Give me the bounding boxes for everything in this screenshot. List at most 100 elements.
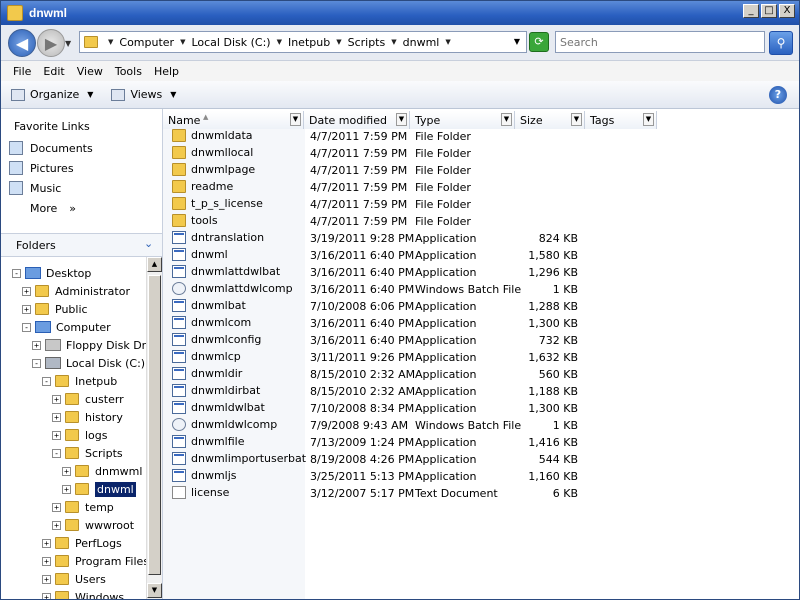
- favorite-music[interactable]: Music: [9, 181, 61, 195]
- menu-view[interactable]: View: [71, 65, 109, 78]
- tree-node-public[interactable]: + Public: [22, 300, 88, 318]
- address-history-dropdown[interactable]: ▼: [514, 37, 520, 46]
- scroll-down-button[interactable]: ▼: [147, 583, 162, 598]
- column-filter-dropdown[interactable]: ▼: [396, 113, 407, 126]
- table-row[interactable]: dntranslation 3/19/2011 9:28 PM Applicatio…: [163, 230, 663, 247]
- tree-expander[interactable]: +: [22, 304, 31, 314]
- tree-expander[interactable]: -: [32, 358, 41, 368]
- menu-edit[interactable]: Edit: [37, 65, 70, 78]
- views-button[interactable]: Views ▼: [111, 88, 176, 101]
- search-input[interactable]: [555, 31, 765, 53]
- tree-scrollbar[interactable]: ▲ ▼: [146, 257, 162, 599]
- table-row[interactable]: dnwmlattdwlbat 3/16/2011 6:40 PM Applicati…: [163, 264, 663, 281]
- tree-node-desktop[interactable]: - Desktop: [12, 264, 91, 282]
- tree-expander[interactable]: +: [52, 394, 61, 404]
- breadcrumb-inetpub[interactable]: Inetpub ▼: [288, 36, 348, 49]
- search-button[interactable]: ⚲: [769, 31, 793, 55]
- tree-node-floppy-disk-drive[interactable]: + Floppy Disk Drive: [32, 336, 146, 354]
- table-row[interactable]: dnwmlfile 7/13/2009 1:24 PM Application 1,4…: [163, 434, 663, 451]
- tree-expander[interactable]: +: [42, 592, 51, 599]
- table-row[interactable]: dnwmldirbat 8/15/2010 2:32 AM Application 1…: [163, 383, 663, 400]
- table-row[interactable]: dnwmlbat 7/10/2008 6:06 PM Application 1,28…: [163, 298, 663, 315]
- table-row[interactable]: dnwml 3/16/2011 6:40 PM Application 1,580 K…: [163, 247, 663, 264]
- favorite-more[interactable]: More »: [30, 202, 76, 215]
- column-header-type[interactable]: Type ▼: [410, 111, 515, 129]
- breadcrumb-dnwml[interactable]: dnwml ▼: [403, 36, 457, 49]
- tree-node-wwwroot[interactable]: + wwwroot: [52, 516, 134, 534]
- tree-node-logs[interactable]: + logs: [52, 426, 108, 444]
- tree-expander[interactable]: +: [52, 412, 61, 422]
- column-header-date-modified[interactable]: Date modified ▼: [304, 111, 410, 129]
- table-row[interactable]: tools 4/7/2011 7:59 PM File Folder: [163, 213, 663, 230]
- menu-tools[interactable]: Tools: [109, 65, 148, 78]
- back-button[interactable]: ◀: [8, 29, 36, 57]
- table-row[interactable]: license 3/12/2007 5:17 PM Text Document 6 K…: [163, 485, 663, 502]
- tree-expander[interactable]: +: [42, 556, 51, 566]
- tree-expander[interactable]: +: [52, 520, 61, 530]
- tree-expander[interactable]: -: [12, 268, 21, 278]
- maximize-button[interactable]: □: [761, 4, 777, 18]
- column-filter-dropdown[interactable]: ▼: [290, 113, 301, 126]
- table-row[interactable]: dnwmlconfig 3/16/2011 6:40 PM Application 7…: [163, 332, 663, 349]
- breadcrumb-scripts[interactable]: Scripts ▼: [348, 36, 403, 49]
- scroll-thumb[interactable]: [148, 275, 161, 575]
- tree-node-computer[interactable]: - Computer: [22, 318, 111, 336]
- column-header-name[interactable]: Name ▲ ▼: [163, 111, 304, 129]
- table-row[interactable]: dnwmllocal 4/7/2011 7:59 PM File Folder: [163, 145, 663, 162]
- tree-node-history[interactable]: + history: [52, 408, 123, 426]
- favorite-pictures[interactable]: Pictures: [9, 161, 74, 175]
- title-bar[interactable]: dnwml _ □ X: [1, 1, 799, 25]
- table-row[interactable]: dnwmldir 8/15/2010 2:32 AM Application 560 …: [163, 366, 663, 383]
- tree-expander[interactable]: -: [52, 448, 61, 458]
- table-row[interactable]: dnwmljs 3/25/2011 5:13 PM Application 1,160…: [163, 468, 663, 485]
- column-filter-dropdown[interactable]: ▼: [571, 113, 582, 126]
- menu-file[interactable]: File: [7, 65, 37, 78]
- folders-header[interactable]: Folders ⌄: [1, 233, 162, 257]
- tree-node-perflogs[interactable]: + PerfLogs: [42, 534, 122, 552]
- address-bar[interactable]: ▼ Computer ▼ Local Disk (C:) ▼ Inetpub ▼ Sc…: [79, 31, 527, 53]
- column-header-tags[interactable]: Tags ▼: [585, 111, 657, 129]
- table-row[interactable]: dnwmlpage 4/7/2011 7:59 PM File Folder: [163, 162, 663, 179]
- tree-expander[interactable]: +: [22, 286, 31, 296]
- table-row[interactable]: dnwmlimportuserbat 8/19/2008 4:26 PM Appli…: [163, 451, 663, 468]
- tree-expander[interactable]: -: [22, 322, 31, 332]
- tree-node-custerr[interactable]: + custerr: [52, 390, 124, 408]
- recent-pages-dropdown[interactable]: ▼: [65, 39, 71, 48]
- table-row[interactable]: dnwmlattdwlcomp 3/16/2011 6:40 PM Windows …: [163, 281, 663, 298]
- breadcrumb-root-arrow[interactable]: ▼: [102, 38, 119, 46]
- column-filter-dropdown[interactable]: ▼: [501, 113, 512, 126]
- tree-node-temp[interactable]: + temp: [52, 498, 114, 516]
- table-row[interactable]: t_p_s_license 4/7/2011 7:59 PM File Folder: [163, 196, 663, 213]
- tree-expander[interactable]: +: [42, 574, 51, 584]
- forward-button[interactable]: ▶: [37, 29, 65, 57]
- table-row[interactable]: dnwmldata 4/7/2011 7:59 PM File Folder: [163, 128, 663, 145]
- tree-node-windows[interactable]: + Windows: [42, 588, 124, 599]
- tree-expander[interactable]: +: [42, 538, 51, 548]
- breadcrumb-local-disk[interactable]: Local Disk (C:) ▼: [191, 36, 288, 49]
- tree-expander[interactable]: +: [62, 466, 71, 476]
- tree-node-dnwml[interactable]: + dnwml: [62, 480, 136, 498]
- menu-help[interactable]: Help: [148, 65, 185, 78]
- table-row[interactable]: dnwmlcp 3/11/2011 9:26 PM Application 1,632…: [163, 349, 663, 366]
- minimize-button[interactable]: _: [743, 4, 759, 18]
- table-row[interactable]: dnwmldwlbat 7/10/2008 8:34 PM Application 1…: [163, 400, 663, 417]
- scroll-up-button[interactable]: ▲: [147, 257, 162, 272]
- tree-node-users[interactable]: + Users: [42, 570, 106, 588]
- tree-node-local-disk[interactable]: - Local Disk (C:): [32, 354, 145, 372]
- tree-node-scripts[interactable]: - Scripts: [52, 444, 123, 462]
- tree-node-inetpub[interactable]: - Inetpub: [42, 372, 117, 390]
- table-row[interactable]: dnwmldwlcomp 7/9/2008 9:43 AM Windows Batc…: [163, 417, 663, 434]
- tree-node-dnmwml[interactable]: + dnmwml: [62, 462, 142, 480]
- organize-button[interactable]: Organize ▼: [11, 88, 93, 101]
- close-button[interactable]: X: [779, 4, 795, 18]
- favorite-documents[interactable]: Documents: [9, 141, 93, 155]
- tree-node-administrator[interactable]: + Administrator: [22, 282, 130, 300]
- tree-expander[interactable]: -: [42, 376, 51, 386]
- table-row[interactable]: readme 4/7/2011 7:59 PM File Folder: [163, 179, 663, 196]
- tree-expander[interactable]: +: [62, 484, 71, 494]
- help-button[interactable]: ?: [769, 86, 787, 104]
- column-filter-dropdown[interactable]: ▼: [643, 113, 654, 126]
- tree-expander[interactable]: +: [32, 340, 41, 350]
- tree-expander[interactable]: +: [52, 502, 61, 512]
- column-header-size[interactable]: Size ▼: [515, 111, 585, 129]
